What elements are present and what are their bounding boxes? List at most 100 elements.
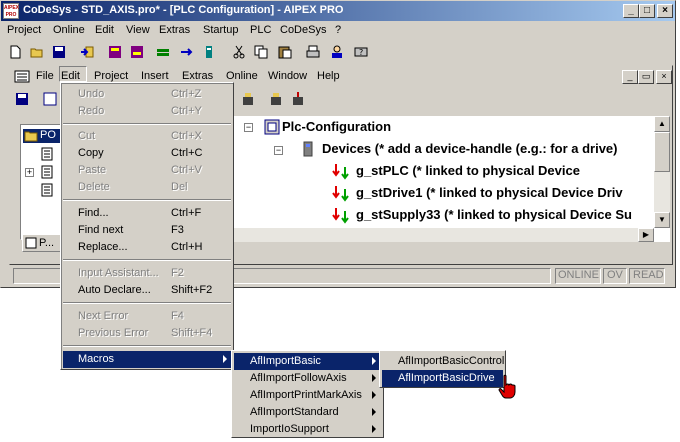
submenu-item-aflimportbasicdrive[interactable]: AflImportBasicDrive [382, 370, 503, 387]
print-icon[interactable] [303, 42, 323, 62]
open-icon[interactable] [27, 42, 47, 62]
paste-icon[interactable] [275, 42, 295, 62]
menu-plc[interactable]: PLC [250, 24, 271, 36]
document-icon [41, 165, 53, 179]
submenu-label: AflImportBasicDrive [398, 372, 495, 384]
menu-separator [63, 199, 231, 201]
menu-online[interactable]: Online [53, 24, 85, 36]
run-icon[interactable] [153, 42, 173, 62]
submenu-item-importiosupport[interactable]: ImportIoSupport [234, 421, 381, 438]
menu-item-cut[interactable]: Cut Ctrl+X [63, 128, 231, 145]
rebuild-icon[interactable] [127, 42, 147, 62]
child-restore-button[interactable]: ▭ [638, 70, 654, 84]
menu-label: Next Error [78, 310, 129, 322]
menu-item-replace[interactable]: Replace... Ctrl+H [63, 239, 231, 256]
menu-item-previous-error[interactable]: Previous Error Shift+F4 [63, 325, 231, 342]
menu-shortcut: F3 [171, 224, 184, 236]
minimize-button[interactable]: _ [623, 4, 639, 18]
device-icon[interactable] [199, 42, 219, 62]
menu-extras[interactable]: Extras [159, 24, 190, 36]
menu-view[interactable]: View [126, 24, 150, 36]
linked-device-icon [332, 208, 349, 224]
scroll-up-arrow-icon[interactable]: ▲ [654, 116, 670, 132]
menu-edit[interactable]: Edit [95, 24, 114, 36]
device-g-stdrive1[interactable]: g_stDrive1 (* linked to physical Device … [356, 185, 623, 200]
scroll-right-arrow-icon[interactable]: ▶ [638, 228, 654, 242]
menu-codesys[interactable]: CoDeSys [280, 24, 326, 36]
submenu-item-aflimportfollowaxis[interactable]: AflImportFollowAxis [234, 370, 381, 387]
menu-item-next-error[interactable]: Next Error F4 [63, 308, 231, 325]
menu-item-redo[interactable]: Redo Ctrl+Y [63, 103, 231, 120]
menu-item-paste[interactable]: Paste Ctrl+V [63, 162, 231, 179]
device-g-stsupply33[interactable]: g_stSupply33 (* linked to physical Devic… [356, 207, 632, 222]
collapse-icon[interactable]: − [274, 146, 283, 155]
child-minimize-button[interactable]: _ [622, 70, 638, 84]
child-menu-online[interactable]: Online [226, 70, 258, 82]
child-menu-insert[interactable]: Insert [141, 70, 169, 82]
menu-separator [63, 302, 231, 304]
login-icon[interactable] [77, 42, 97, 62]
logout-plc-icon[interactable] [266, 89, 286, 109]
plc-configuration-tree[interactable]: − Plc-Configuration − Devices (* add a d… [232, 116, 670, 242]
submenu-item-aflimportprintmarkaxis[interactable]: AflImportPrintMarkAxis [234, 387, 381, 404]
menu-item-auto-declare[interactable]: Auto Declare... Shift+F2 [63, 282, 231, 299]
menu-shortcut: Ctrl+H [171, 241, 203, 253]
linked-device-icon [332, 186, 349, 202]
stop-icon[interactable] [177, 42, 197, 62]
copy-icon[interactable] [251, 42, 271, 62]
scroll-down-arrow-icon[interactable]: ▼ [654, 212, 670, 228]
menu-item-undo[interactable]: Undo Ctrl+Z [63, 86, 231, 103]
compile-icon[interactable] [40, 89, 60, 109]
tree-item-label: PO [40, 129, 56, 141]
devices-icon [303, 141, 313, 157]
menu-label: Delete [78, 181, 110, 193]
tab-pous[interactable]: P... [22, 234, 64, 252]
submenu-item-aflimportbasic[interactable]: AflImportBasic [234, 353, 381, 370]
menu-item-input-assistant[interactable]: Input Assistant... F2 [63, 265, 231, 282]
menu-item-copy[interactable]: Copy Ctrl+C [63, 145, 231, 162]
child-menu-project[interactable]: Project [94, 70, 128, 82]
menu-label: Input Assistant... [78, 267, 159, 279]
child-menu-help[interactable]: Help [317, 70, 340, 82]
macros-submenu: AflImportBasic AflImportFollowAxis AflIm… [231, 350, 384, 438]
child-menu-file[interactable]: File [36, 70, 54, 82]
devices-node[interactable]: Devices (* add a device-handle (e.g.: fo… [322, 141, 617, 156]
menu-shortcut: Ctrl+X [171, 130, 202, 142]
download-icon[interactable] [288, 89, 308, 109]
horizontal-scrollbar[interactable]: ▶ [232, 228, 654, 242]
menu-item-find-next[interactable]: Find next F3 [63, 222, 231, 239]
menu-startup[interactable]: Startup [203, 24, 238, 36]
build-icon[interactable] [105, 42, 125, 62]
close-button[interactable]: × [657, 4, 673, 18]
child-close-button[interactable]: × [656, 70, 672, 84]
save-icon[interactable] [49, 42, 69, 62]
child-menu-extras[interactable]: Extras [182, 70, 213, 82]
app-icon[interactable]: AIPEX PRO [3, 3, 19, 19]
menu-item-macros[interactable]: Macros [63, 351, 231, 368]
menu-shortcut: Ctrl+Z [171, 88, 202, 100]
collapse-icon[interactable]: − [244, 123, 253, 132]
plc-config-root[interactable]: Plc-Configuration [282, 119, 391, 134]
device-g-stplc[interactable]: g_stPLC (* linked to physical Device [356, 163, 580, 178]
user-icon[interactable] [327, 42, 347, 62]
save-project-icon[interactable] [12, 89, 32, 109]
submenu-item-aflimportbasiccontrol[interactable]: AflImportBasicControl [382, 353, 504, 370]
submenu-item-aflimportstandard[interactable]: AflImportStandard [234, 404, 381, 421]
help-icon[interactable]: ? [351, 42, 371, 62]
submenu-arrow-icon [223, 355, 227, 363]
child-menu-window[interactable]: Window [268, 70, 307, 82]
new-icon[interactable] [5, 42, 25, 62]
document-icon [41, 147, 53, 161]
menu-shortcut: Shift+F4 [171, 327, 213, 339]
menu-item-delete[interactable]: Delete Del [63, 179, 231, 196]
menu-project[interactable]: Project [7, 24, 41, 36]
menu-help[interactable]: ? [335, 24, 341, 36]
login-plc-icon[interactable] [238, 89, 258, 109]
cut-icon[interactable] [229, 42, 249, 62]
vertical-scrollbar[interactable]: ▲ ▼ [654, 116, 670, 228]
maximize-button[interactable]: □ [639, 4, 655, 18]
title-bar[interactable]: AIPEX PRO CoDeSys - STD_AXIS.pro* - [PLC… [1, 1, 675, 21]
expand-icon[interactable]: + [25, 168, 34, 177]
menu-item-find[interactable]: Find... Ctrl+F [63, 205, 231, 222]
vertical-scroll-thumb[interactable] [654, 132, 670, 172]
